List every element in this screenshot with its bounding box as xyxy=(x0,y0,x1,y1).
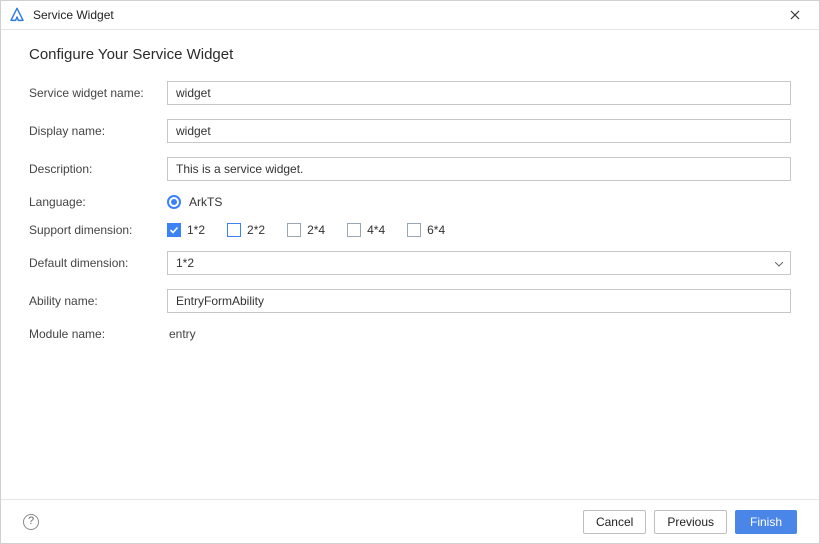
input-ability-name[interactable] xyxy=(167,289,791,313)
checkbox-dim-2x2[interactable]: 2*2 xyxy=(227,223,265,237)
select-default-dimension[interactable]: 1*2 xyxy=(167,251,791,275)
label-display-name: Display name: xyxy=(29,124,167,138)
input-widget-name[interactable] xyxy=(167,81,791,105)
label-ability-name: Ability name: xyxy=(29,294,167,308)
window: Service Widget Configure Your Service Wi… xyxy=(0,0,820,544)
finish-button[interactable]: Finish xyxy=(735,510,797,534)
app-icon xyxy=(9,7,25,23)
window-title: Service Widget xyxy=(33,8,114,22)
input-display-name[interactable] xyxy=(167,119,791,143)
label-support-dimension: Support dimension: xyxy=(29,223,167,237)
module-name-value: entry xyxy=(167,327,196,341)
checkbox-label: 6*4 xyxy=(427,223,445,237)
checkbox-box-icon xyxy=(407,223,421,237)
row-support-dimension: Support dimension: 1*2 2*2 xyxy=(29,223,791,237)
radio-language-label: ArkTS xyxy=(189,195,222,209)
input-description[interactable] xyxy=(167,157,791,181)
row-default-dimension: Default dimension: 1*2 xyxy=(29,251,791,275)
row-module-name: Module name: entry xyxy=(29,327,791,341)
checkbox-dim-4x4[interactable]: 4*4 xyxy=(347,223,385,237)
label-widget-name: Service widget name: xyxy=(29,86,167,100)
checkbox-dim-6x4[interactable]: 6*4 xyxy=(407,223,445,237)
help-icon[interactable]: ? xyxy=(23,514,39,530)
label-module-name: Module name: xyxy=(29,327,167,341)
row-ability-name: Ability name: xyxy=(29,289,791,313)
close-button[interactable] xyxy=(779,1,811,29)
row-display-name: Display name: xyxy=(29,119,791,143)
checkbox-box-icon xyxy=(167,223,181,237)
row-description: Description: xyxy=(29,157,791,181)
label-default-dimension: Default dimension: xyxy=(29,256,167,270)
previous-button[interactable]: Previous xyxy=(654,510,727,534)
label-description: Description: xyxy=(29,162,167,176)
checkbox-label: 2*2 xyxy=(247,223,265,237)
checkbox-dim-2x4[interactable]: 2*4 xyxy=(287,223,325,237)
checkbox-box-icon xyxy=(227,223,241,237)
label-language: Language: xyxy=(29,195,167,209)
row-widget-name: Service widget name: xyxy=(29,81,791,105)
row-language: Language: ArkTS xyxy=(29,195,791,209)
footer: ? Cancel Previous Finish xyxy=(1,499,819,543)
content-area: Configure Your Service Widget Service wi… xyxy=(1,30,819,499)
checkbox-label: 1*2 xyxy=(187,223,205,237)
support-dimension-checks: 1*2 2*2 2*4 xyxy=(167,223,791,237)
page-title: Configure Your Service Widget xyxy=(29,46,791,63)
radio-language-arkts[interactable]: ArkTS xyxy=(167,195,222,209)
checkbox-box-icon xyxy=(287,223,301,237)
checkbox-dim-1x2[interactable]: 1*2 xyxy=(167,223,205,237)
radio-dot-icon xyxy=(167,195,181,209)
checkbox-label: 4*4 xyxy=(367,223,385,237)
checkbox-label: 2*4 xyxy=(307,223,325,237)
title-bar: Service Widget xyxy=(1,1,819,29)
cancel-button[interactable]: Cancel xyxy=(583,510,646,534)
checkbox-box-icon xyxy=(347,223,361,237)
